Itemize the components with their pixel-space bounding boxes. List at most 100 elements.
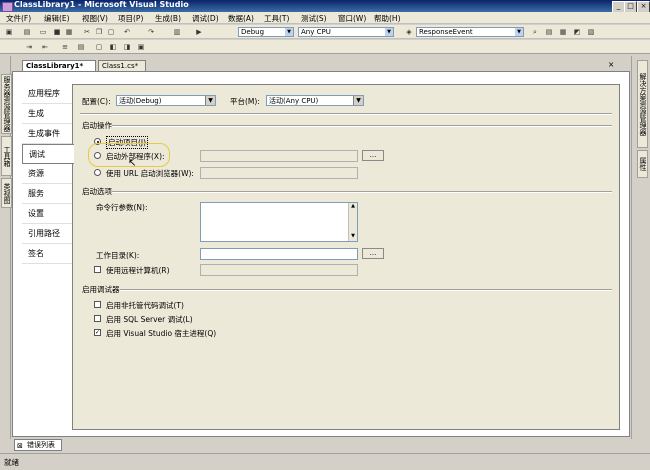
chevron-down-icon: ▼: [205, 96, 215, 105]
object-browser-icon[interactable]: ◩: [572, 27, 582, 37]
menu-project[interactable]: 项目(P): [118, 13, 143, 24]
window-title: ClassLibrary1 - Microsoft Visual Studio: [14, 0, 189, 9]
remote-machine-label: 使用远程计算机(R): [106, 266, 170, 275]
radio-start-browser[interactable]: [94, 169, 101, 176]
menu-data[interactable]: 数据(A): [228, 13, 254, 24]
remote-machine-checkbox[interactable]: [94, 266, 101, 273]
platform-combo[interactable]: Any CPU ▼: [298, 27, 394, 37]
radio-start-external[interactable]: [94, 152, 101, 159]
left-tool-rail: 服务器资源管理器 工具箱 类视图: [0, 56, 12, 439]
navigate-icon[interactable]: ▥: [172, 27, 182, 37]
tab-build-events[interactable]: 生成事件: [22, 124, 72, 144]
debuggers-heading: 启用调试器: [82, 285, 120, 294]
find-in-files-icon[interactable]: ⌕: [530, 27, 540, 37]
prev-bookmark-icon[interactable]: ◧: [108, 42, 118, 52]
redo-icon[interactable]: ↷: [146, 27, 156, 37]
start-debug-icon[interactable]: ▶: [194, 27, 204, 37]
save-icon[interactable]: ■: [52, 27, 62, 37]
platform-select[interactable]: 活动(Any CPU) ▼: [266, 95, 364, 106]
vshost-label: 启用 Visual Studio 宿主进程(Q): [106, 329, 217, 338]
solution-explorer-icon[interactable]: ▤: [544, 27, 554, 37]
tab-reference-paths[interactable]: 引用路径: [22, 224, 72, 244]
next-bookmark-icon[interactable]: ◨: [122, 42, 132, 52]
browse-working-dir-button[interactable]: ...: [362, 248, 384, 259]
config-label: 配置(C):: [82, 97, 111, 106]
browser-url-field[interactable]: [200, 167, 358, 179]
chevron-down-icon: ▼: [353, 96, 363, 105]
tab-services[interactable]: 服务: [22, 184, 72, 204]
find-icon[interactable]: ◈: [404, 27, 414, 37]
comment-icon[interactable]: ▤: [76, 42, 86, 52]
working-dir-field[interactable]: [200, 248, 358, 260]
standard-toolbar: ▣ ▤ ▭ ■ ▦ ✂ ❐ ▢ ↶ ↷ ▥ ▶ Debug ▼ Any CPU ▼ …: [0, 25, 650, 39]
align-icon[interactable]: ≡: [60, 42, 70, 52]
menu-build[interactable]: 生成(B): [155, 13, 181, 24]
right-tool-rail: 解决方案资源管理器 属性: [631, 56, 650, 439]
cmd-args-textarea[interactable]: ▲ ▼: [200, 202, 358, 242]
properties-icon[interactable]: ▦: [558, 27, 568, 37]
divider: [112, 191, 612, 193]
add-item-icon[interactable]: ▤: [22, 27, 32, 37]
copy-icon[interactable]: ❐: [94, 27, 104, 37]
tab-classlibrary1[interactable]: ClassLibrary1*: [22, 60, 96, 71]
menu-edit[interactable]: 编辑(E): [44, 13, 70, 24]
cmd-args-label: 命令行参数(N):: [96, 203, 148, 212]
tab-signing[interactable]: 签名: [22, 244, 72, 264]
platform-label: 平台(M):: [230, 97, 260, 106]
status-bar: 就绪: [0, 453, 650, 470]
class-view-tab[interactable]: 类视图: [1, 178, 12, 208]
menu-test[interactable]: 测试(S): [301, 13, 327, 24]
config-select[interactable]: 活动(Debug) ▼: [116, 95, 216, 106]
clear-bookmark-icon[interactable]: ▣: [136, 42, 146, 52]
undo-icon[interactable]: ↶: [122, 27, 132, 37]
sql-debug-checkbox[interactable]: [94, 315, 101, 322]
menu-file[interactable]: 文件(F): [6, 13, 31, 24]
chevron-down-icon: ▼: [515, 28, 523, 36]
divider: [80, 113, 612, 115]
server-explorer-tab[interactable]: 服务器资源管理器: [1, 74, 12, 134]
cut-icon[interactable]: ✂: [82, 27, 92, 37]
scrollbar[interactable]: ▲ ▼: [348, 203, 357, 241]
open-icon[interactable]: ▭: [38, 27, 48, 37]
external-program-field[interactable]: [200, 150, 358, 162]
tab-class1-cs[interactable]: Class1.cs*: [98, 60, 146, 71]
solution-explorer-tab[interactable]: 解决方案资源管理器: [637, 60, 648, 148]
app-icon: [2, 2, 13, 12]
toolbox-tab[interactable]: 工具箱: [1, 136, 12, 176]
paste-icon[interactable]: ▢: [106, 27, 116, 37]
menu-help[interactable]: 帮助(H): [374, 13, 401, 24]
start-action-heading: 启动操作: [82, 121, 112, 130]
divider: [120, 289, 612, 291]
config-combo[interactable]: Debug ▼: [238, 27, 294, 37]
toolbox-icon[interactable]: ▧: [586, 27, 596, 37]
new-project-icon[interactable]: ▣: [4, 27, 14, 37]
menu-debug[interactable]: 调试(D): [192, 13, 219, 24]
outdent-icon[interactable]: ⇤: [40, 42, 50, 52]
start-options-heading: 启动选项: [82, 187, 112, 196]
menu-window[interactable]: 窗口(W): [338, 13, 366, 24]
properties-tab[interactable]: 属性: [637, 150, 648, 178]
tab-build[interactable]: 生成: [22, 104, 72, 124]
close-document-icon[interactable]: ×: [608, 60, 614, 69]
indent-icon[interactable]: ⇥: [24, 42, 34, 52]
bookmark-icon[interactable]: ▢: [94, 42, 104, 52]
tab-settings[interactable]: 设置: [22, 204, 72, 224]
tab-debug[interactable]: 调试: [22, 144, 74, 164]
error-list-tab[interactable]: ⊠ 错误列表: [14, 439, 62, 451]
chevron-down-icon: ▼: [285, 28, 293, 36]
remote-machine-field[interactable]: [200, 264, 358, 276]
tab-application[interactable]: 应用程序: [22, 84, 72, 104]
menu-tools[interactable]: 工具(T): [264, 13, 289, 24]
vshost-checkbox[interactable]: ✓: [94, 329, 101, 336]
menu-view[interactable]: 视图(V): [82, 13, 108, 24]
start-browser-label: 使用 URL 启动浏览器(W):: [106, 169, 194, 178]
menu-bar: 文件(F) 编辑(E) 视图(V) 项目(P) 生成(B) 调试(D) 数据(A…: [0, 12, 650, 24]
tab-resources[interactable]: 资源: [22, 164, 72, 184]
error-list-icon: ⊠: [17, 442, 23, 450]
save-all-icon[interactable]: ▦: [64, 27, 74, 37]
find-combo[interactable]: ResponseEvent ▼: [416, 27, 524, 37]
browse-external-button[interactable]: ...: [362, 150, 384, 161]
unmanaged-debug-checkbox[interactable]: [94, 301, 101, 308]
title-bar: ClassLibrary1 - Microsoft Visual Studio …: [0, 0, 650, 13]
layout-toolbar: ⇥ ⇤ ≡ ▤ ▢ ◧ ◨ ▣: [0, 40, 650, 54]
